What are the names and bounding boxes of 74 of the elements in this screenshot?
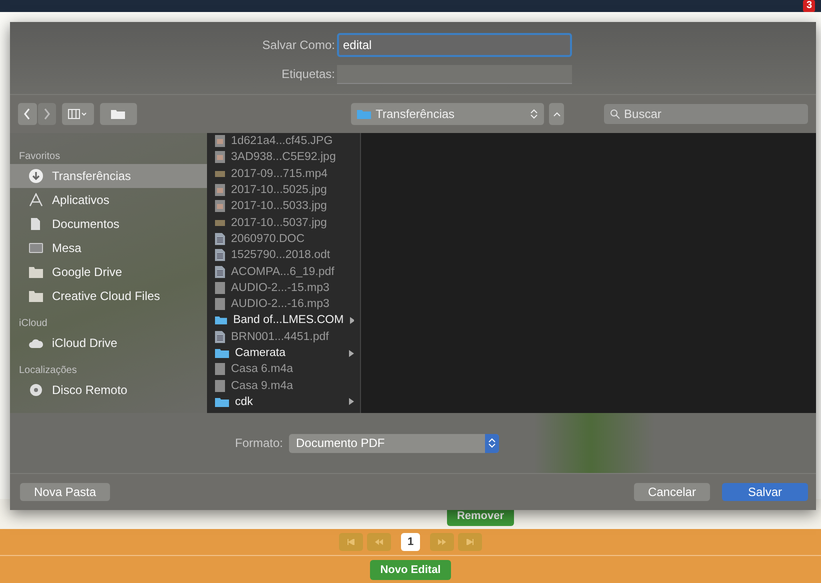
sidebar-section-title: iCloud [18,317,48,331]
sidebar-section-title: Favoritos [18,150,62,164]
folder-icon [111,109,126,119]
document-icon [215,249,225,262]
sidebar-item[interactable]: Google Drive [10,260,207,284]
file-name-field[interactable]: edital [337,32,572,56]
location-popup[interactable]: Transferências [350,103,544,125]
folder-icon [356,109,371,119]
updown-icon [488,437,496,449]
file-icon [215,282,225,294]
format-popup[interactable]: Documento PDF [289,434,499,452]
caret-up-icon [552,111,561,117]
forward-icon [42,108,51,120]
columns-view-icon [68,109,88,119]
sidebar-item[interactable]: Transferências [10,164,207,188]
document-icon [215,232,225,245]
search-icon [610,109,620,119]
format-label: Formato: [234,436,283,450]
back-button[interactable] [18,103,37,125]
tags-field[interactable] [337,64,572,84]
folder-icon [215,396,229,408]
document-icon [215,330,225,343]
download-icon [28,169,44,183]
save-as-label: Salvar Como: [261,38,335,52]
file-item[interactable]: cdk [207,394,360,410]
image-file-icon [215,135,225,148]
desktop-icon [28,241,44,255]
sidebar-section-title: Localizações [18,364,78,378]
disclosure-arrow-icon [350,316,354,324]
back-icon [23,108,32,120]
folder-icon [28,289,44,303]
folder-icon [215,314,228,326]
file-icon [215,380,225,392]
rewind-icon [375,539,384,545]
first-page-button[interactable] [339,533,364,551]
last-page-button[interactable] [458,533,482,551]
notification-badge: 3 [803,0,815,12]
image-file-icon [215,151,225,164]
image-file-icon [215,200,225,212]
previous-page-button[interactable] [367,533,392,551]
forward-button[interactable] [38,103,56,125]
sidebar-item[interactable]: Documentos [10,212,207,236]
view-mode-button[interactable] [62,103,94,125]
file-icon [215,298,225,310]
page-number-button[interactable]: 1 [401,533,420,551]
sidebar-item[interactable]: Mesa [10,236,207,260]
expand-button[interactable] [549,103,564,125]
new-folder-button[interactable]: Nova Pasta [20,483,110,501]
sidebar-item[interactable]: Disco Remoto [10,378,207,402]
disclosure-arrow-icon [349,398,354,406]
sidebar-item[interactable]: Creative Cloud Files [10,284,207,308]
disclosure-arrow-icon [349,350,354,356]
search-field[interactable]: Buscar [604,104,808,124]
sidebar-item[interactable]: iCloud Drive [10,331,207,355]
tags-label: Etiquetas: [280,67,335,81]
file-icon [215,363,225,376]
file-item[interactable]: Band of...LMES.COM [207,312,360,329]
save-button[interactable]: Salvar [722,483,808,501]
apps-icon [28,193,44,207]
new-edital-button[interactable]: Novo Edital [370,560,451,580]
next-page-button[interactable] [430,533,454,551]
first-page-icon [347,539,356,545]
disc-icon [28,383,44,397]
fast-forward-icon [438,539,446,545]
folder-icon [215,347,229,359]
file-item[interactable]: Camerata [207,344,360,362]
sidebar-item[interactable]: Aplicativos [10,188,207,212]
updown-icon [530,108,538,120]
new-folder-button[interactable] [100,103,137,125]
image-file-icon [215,184,225,196]
document-icon [215,266,225,278]
last-page-icon [466,539,474,545]
folder-icon [28,265,44,279]
cancel-button[interactable]: Cancelar [634,483,710,501]
